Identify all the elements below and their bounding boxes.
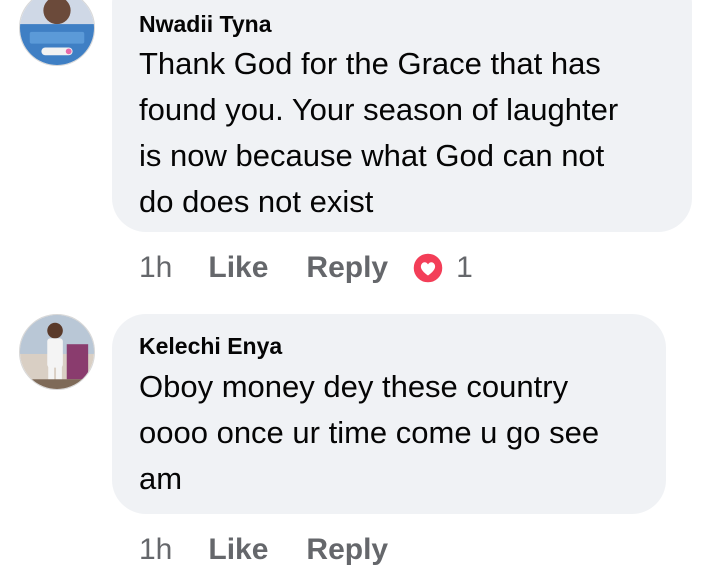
avatar[interactable] [19, 0, 95, 66]
like-button[interactable]: Like [208, 251, 268, 285]
reply-button[interactable]: Reply [306, 533, 388, 567]
comment-text-line: Oboy money dey these country [139, 369, 569, 404]
comment-text-line: Thank God for the Grace that has [139, 46, 601, 81]
comment-text-line: is now because what God can not [139, 138, 605, 173]
reaction-count: 1 [456, 251, 473, 284]
reaction-summary[interactable]: 1 [412, 251, 473, 285]
reply-button[interactable]: Reply [306, 251, 388, 285]
comment-timestamp[interactable]: 1h [139, 251, 172, 285]
comment-author[interactable]: Nwadii Tyna [139, 10, 692, 38]
comment-text: Oboy money dey these country oooo once u… [139, 364, 666, 502]
avatar[interactable] [19, 314, 95, 390]
profile-avatar [20, 315, 94, 389]
comment-text-line: found you. Your season of laughter [139, 92, 619, 127]
comment-item: Kelechi Enya Oboy money dey these countr… [0, 300, 720, 588]
love-heart-icon [412, 252, 444, 284]
comment-timestamp[interactable]: 1h [139, 533, 172, 567]
comment-author[interactable]: Kelechi Enya [139, 332, 666, 360]
like-button[interactable]: Like [208, 533, 268, 567]
comment-bubble: Nwadii Tyna Thank God for the Grace that… [112, 0, 692, 232]
comment-actions: 1h Like Reply 1 [139, 248, 473, 288]
comment-actions: 1h Like Reply [139, 530, 426, 570]
comment-text-line: oooo once ur time come u go see [139, 415, 600, 450]
comment-text-line: do does not exist [139, 184, 374, 219]
profile-avatar [20, 0, 94, 65]
comment-text: Thank God for the Grace that has found y… [139, 41, 692, 225]
comment-bubble: Kelechi Enya Oboy money dey these countr… [112, 314, 666, 514]
comment-text-line: am [139, 461, 183, 496]
comment-item: Nwadii Tyna Thank God for the Grace that… [0, 0, 720, 300]
